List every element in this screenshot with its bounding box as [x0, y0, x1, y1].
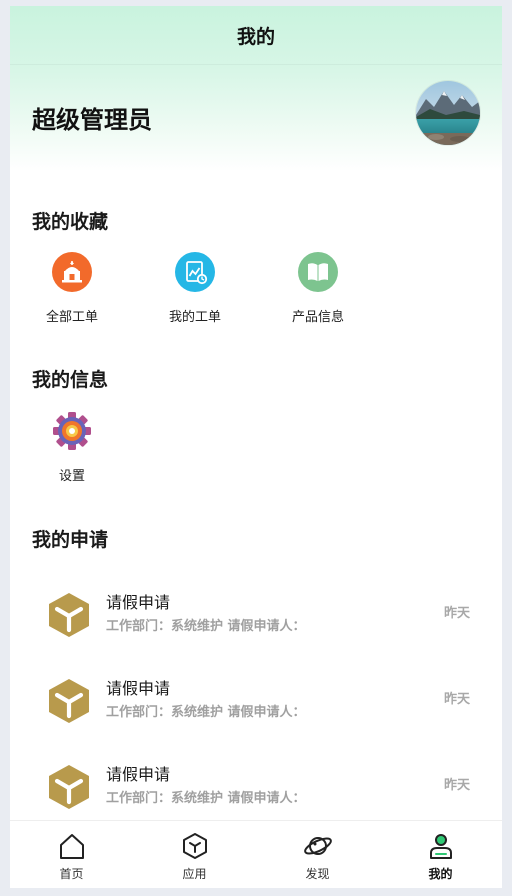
favorites-section-title: 我的收藏: [32, 211, 109, 233]
cube-box-icon: [49, 765, 89, 809]
navigation-bar: 我的: [10, 6, 502, 65]
avatar-image: [416, 81, 480, 145]
application-time: 昨天: [443, 778, 470, 793]
tab-apps[interactable]: 应用: [133, 821, 256, 888]
building-icon: [52, 252, 92, 292]
book-icon: [298, 252, 338, 292]
application-time: 昨天: [443, 692, 470, 707]
tab-bar: 首页 应用 发现 我的: [10, 820, 502, 888]
user-icon: [429, 834, 452, 859]
list-item[interactable]: 请假申请 工作部门：系统维护 请假申请人： 昨天: [10, 575, 502, 655]
favorite-label: 产品信息: [291, 310, 344, 325]
info-settings[interactable]: 设置: [22, 411, 122, 484]
page-title: 我的: [236, 25, 275, 48]
tab-label: 我的: [428, 867, 453, 881]
list-item[interactable]: 请假申请 工作部门：系统维护 请假申请人： 昨天: [10, 661, 502, 741]
avatar[interactable]: [416, 81, 480, 145]
application-subtitle: 工作部门：系统维护 请假申请人：: [106, 705, 306, 720]
tab-discover[interactable]: 发现: [256, 821, 379, 888]
tab-label: 发现: [305, 867, 330, 881]
favorite-all-workorders[interactable]: 全部工单: [22, 252, 122, 325]
list-item[interactable]: 请假申请 工作部门：系统维护 请假申请人： 昨天: [10, 747, 502, 827]
tab-label: 应用: [182, 867, 207, 881]
tab-mine[interactable]: 我的: [379, 821, 502, 888]
tab-home[interactable]: 首页: [10, 821, 133, 888]
profile-name: 超级管理员: [32, 106, 152, 134]
info-section-title: 我的信息: [32, 369, 109, 391]
favorite-label: 我的工单: [168, 310, 221, 325]
application-title: 请假申请: [106, 765, 171, 784]
application-title: 请假申请: [106, 679, 171, 698]
cube-box-icon: [49, 679, 89, 723]
applications-section-title: 我的申请: [32, 529, 109, 551]
application-subtitle: 工作部门：系统维护 请假申请人：: [106, 619, 306, 634]
app-screen: 我的 超级管理员 我的收藏 全部工单 我的工单 产品信息 我的信息 设置 我的申…: [10, 6, 502, 888]
planet-icon: [303, 837, 332, 855]
cube-icon: [182, 833, 207, 859]
tab-label: 首页: [59, 867, 84, 881]
cube-box-icon: [49, 593, 89, 637]
application-subtitle: 工作部门：系统维护 请假申请人：: [106, 791, 306, 806]
favorite-my-workorders[interactable]: 我的工单: [145, 252, 245, 325]
home-icon: [59, 834, 84, 859]
application-title: 请假申请: [106, 593, 171, 612]
application-time: 昨天: [443, 606, 470, 621]
chart-doc-icon: [175, 252, 215, 292]
info-label: 设置: [58, 469, 85, 484]
favorite-label: 全部工单: [45, 310, 98, 325]
favorite-product-info[interactable]: 产品信息: [268, 252, 368, 325]
gear-icon: [53, 412, 91, 450]
